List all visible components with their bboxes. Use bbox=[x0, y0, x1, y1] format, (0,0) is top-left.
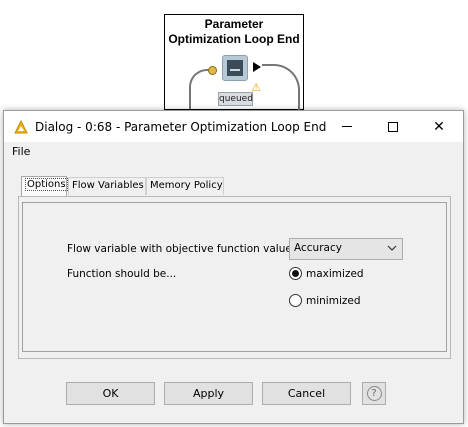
workflow-node[interactable]: Parameter Optimization Loop End ⚠ queued bbox=[164, 14, 304, 110]
tab-memory-policy[interactable]: Memory Policy bbox=[146, 177, 224, 195]
radio-minimized-label: minimized bbox=[306, 294, 361, 307]
tab-options-label: Options bbox=[25, 178, 68, 191]
dialog-window: Dialog - 0:68 - Parameter Optimization L… bbox=[3, 110, 464, 424]
minimize-icon bbox=[342, 126, 352, 127]
dialog-title: Dialog - 0:68 - Parameter Optimization L… bbox=[35, 120, 327, 134]
menu-file[interactable]: File bbox=[12, 145, 30, 158]
loop-end-node-icon[interactable] bbox=[222, 55, 248, 81]
knime-triangle-icon bbox=[14, 120, 28, 134]
flow-variable-select[interactable]: Accuracy bbox=[289, 238, 403, 260]
radio-maximized-label: maximized bbox=[306, 267, 364, 280]
apply-button[interactable]: Apply bbox=[164, 382, 253, 405]
cancel-button[interactable]: Cancel bbox=[262, 382, 351, 405]
minimize-button[interactable] bbox=[324, 111, 370, 142]
chevron-down-icon bbox=[387, 245, 397, 251]
tab-options[interactable]: Options bbox=[21, 176, 68, 196]
radio-maximized-button[interactable] bbox=[289, 267, 302, 280]
flow-variable-value: Accuracy bbox=[294, 242, 342, 254]
radio-minimized-button[interactable] bbox=[289, 294, 302, 307]
maximize-icon bbox=[388, 121, 398, 132]
input-port[interactable] bbox=[208, 66, 217, 75]
help-button[interactable]: ? bbox=[362, 382, 386, 405]
node-title: Parameter Optimization Loop End bbox=[165, 17, 303, 47]
menu-bar: File bbox=[4, 142, 463, 162]
options-group: Flow variable with objective function va… bbox=[22, 202, 447, 352]
function-label: Function should be... bbox=[67, 268, 177, 280]
flow-variable-label: Flow variable with objective function va… bbox=[67, 243, 292, 255]
radio-maximized[interactable]: maximized bbox=[289, 267, 364, 280]
close-icon: ✕ bbox=[433, 118, 445, 135]
node-title-line2: Optimization Loop End bbox=[168, 32, 300, 46]
radio-minimized[interactable]: minimized bbox=[289, 294, 361, 307]
maximize-button[interactable] bbox=[370, 111, 416, 142]
node-title-line1: Parameter bbox=[204, 17, 264, 31]
dialog-titlebar[interactable]: Dialog - 0:68 - Parameter Optimization L… bbox=[4, 111, 463, 142]
input-connection bbox=[189, 69, 211, 109]
node-status-badge: queued bbox=[218, 92, 253, 106]
output-port[interactable] bbox=[253, 62, 261, 72]
options-panel: Flow variable with objective function va… bbox=[18, 196, 451, 359]
close-button[interactable]: ✕ bbox=[416, 111, 462, 142]
ok-button[interactable]: OK bbox=[66, 382, 155, 405]
help-icon: ? bbox=[366, 386, 382, 401]
tab-flow-variables[interactable]: Flow Variables bbox=[68, 177, 146, 195]
output-connection bbox=[262, 64, 300, 110]
